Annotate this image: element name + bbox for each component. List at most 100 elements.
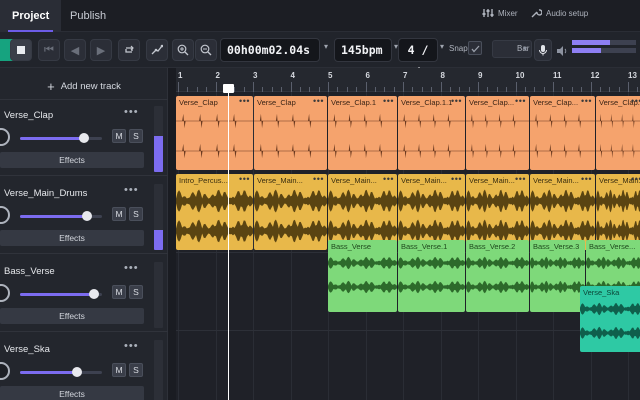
clip-label: Verse_Clap.1.1 <box>401 98 453 107</box>
track-menu-icon[interactable]: ••• <box>124 340 139 352</box>
mute-button[interactable]: M <box>112 129 126 143</box>
track-name[interactable]: Verse_Ska <box>4 344 50 355</box>
tab-project[interactable]: Project <box>0 0 62 32</box>
snap-checkbox[interactable] <box>468 41 482 55</box>
track-menu-icon[interactable]: ••• <box>124 262 139 274</box>
automation-icon <box>151 44 163 55</box>
play-button[interactable]: ▶ <box>90 39 112 61</box>
automation-button[interactable] <box>146 39 168 61</box>
stop-button[interactable] <box>10 39 32 61</box>
clip-menu-icon[interactable]: ••• <box>451 96 462 106</box>
audio-clip[interactable]: Bass_Verse.2 <box>466 240 529 312</box>
audio-clip[interactable]: Verse_Clap ••• <box>176 96 253 170</box>
mute-button[interactable]: M <box>112 363 126 377</box>
mute-button[interactable]: M <box>112 285 126 299</box>
audio-clip[interactable]: Verse_Ska <box>580 286 640 352</box>
solo-button[interactable]: S <box>129 129 143 143</box>
pan-knob[interactable] <box>0 206 10 224</box>
clip-menu-icon[interactable]: ••• <box>515 96 526 106</box>
audio-clip[interactable]: Verse_Main...••• <box>596 174 640 250</box>
clip-menu-icon[interactable]: ••• <box>313 96 324 106</box>
clip-menu-icon[interactable]: ••• <box>451 174 462 184</box>
volume-thumb[interactable] <box>88 289 99 299</box>
solo-button[interactable]: S <box>129 363 143 377</box>
clip-menu-icon[interactable]: ••• <box>581 96 592 106</box>
rewind-button[interactable]: ◀ <box>64 39 86 61</box>
loop-button[interactable] <box>118 39 140 61</box>
volume-slider[interactable] <box>20 211 102 221</box>
volume-thumb[interactable] <box>72 367 83 377</box>
time-readout[interactable]: 00h00m02.04s <box>220 38 320 62</box>
volume-thumb[interactable] <box>78 133 89 143</box>
bar-ruler[interactable]: 1234567891011121314 <box>176 68 640 92</box>
pan-knob[interactable] <box>0 128 10 146</box>
arrangement-timeline[interactable]: 1234567891011121314 Verse_Clap•••Verse_C… <box>176 68 640 400</box>
mixer-button[interactable]: Mixer <box>482 8 518 18</box>
audio-clip[interactable]: Intro_Percus... ••• <box>176 174 253 250</box>
skip-start-button[interactable]: ⏮ <box>38 39 60 61</box>
clip-menu-icon[interactable]: ••• <box>313 174 324 184</box>
add-track-button[interactable]: + Add new track <box>0 74 168 100</box>
clip-menu-icon[interactable]: ••• <box>383 96 394 106</box>
effects-button[interactable]: Effects <box>0 230 144 246</box>
clip-menu-icon[interactable]: ••• <box>383 174 394 184</box>
audio-clip[interactable]: Verse_Clap...••• <box>466 96 529 170</box>
audio-clip[interactable]: Bass_Verse <box>328 240 397 312</box>
audio-clip[interactable]: Verse_Main...••• <box>466 174 529 250</box>
audio-clip[interactable]: Verse_Clap.1 ••• <box>328 96 397 170</box>
time-signature[interactable]: 4 / 4 <box>398 38 438 79</box>
playhead-line <box>228 86 229 400</box>
clip-menu-icon[interactable]: ••• <box>515 174 526 184</box>
ruler-tick <box>356 87 358 92</box>
audio-clip[interactable]: Bass_Verse.3 <box>530 240 585 312</box>
clip-menu-icon[interactable]: ••• <box>239 96 250 106</box>
clip-menu-icon[interactable]: ••• <box>581 174 592 184</box>
audio-clip[interactable]: Verse_Clap.1.1 ••• <box>398 96 465 170</box>
audio-clip[interactable]: Verse_Clap ••• <box>254 96 327 170</box>
audio-clip[interactable]: Verse_Main...••• <box>530 174 595 250</box>
track-header[interactable]: Verse_Clap ••• M S Effects <box>0 100 168 176</box>
track-menu-icon[interactable]: ••• <box>124 106 139 118</box>
track-header[interactable]: Verse_Main_Drums ••• M S Effects <box>0 178 168 254</box>
solo-button[interactable]: S <box>129 285 143 299</box>
audio-clip[interactable]: Verse_Main...••• <box>398 174 465 250</box>
track-menu-icon[interactable]: ••• <box>124 184 139 196</box>
bpm-readout[interactable]: 145bpm <box>334 38 392 62</box>
audio-clip[interactable]: Verse_Main...••• <box>254 174 327 250</box>
track-header[interactable]: Bass_Verse ••• M S Effects <box>0 256 168 332</box>
effects-button[interactable]: Effects <box>0 386 144 400</box>
zoom-out-button[interactable] <box>195 39 217 61</box>
audio-clip[interactable]: Verse_Main...••• <box>328 174 397 250</box>
mute-button[interactable]: M <box>112 207 126 221</box>
audio-clip[interactable]: Verse_Clap...••• <box>530 96 595 170</box>
ruler-tick <box>262 87 264 92</box>
solo-button[interactable]: S <box>129 207 143 221</box>
snap-select[interactable]: Bar ▾ <box>492 40 532 58</box>
clip-menu-icon[interactable]: ••• <box>631 174 640 184</box>
volume-slider[interactable] <box>20 133 102 143</box>
track-name[interactable]: Bass_Verse <box>4 266 55 277</box>
effects-button[interactable]: Effects <box>0 152 144 168</box>
tab-publish[interactable]: Publish <box>58 0 118 32</box>
clip-menu-icon[interactable]: ••• <box>631 96 640 106</box>
effects-button[interactable]: Effects <box>0 308 144 324</box>
audio-setup-button[interactable]: Audio setup <box>530 8 588 18</box>
volume-slider[interactable] <box>20 289 102 299</box>
zoom-in-button[interactable] <box>172 39 194 61</box>
pan-knob[interactable] <box>0 284 10 302</box>
clip-menu-icon[interactable]: ••• <box>239 174 250 184</box>
volume-slider[interactable] <box>20 367 102 377</box>
signature-dropdown-icon[interactable]: ▾ <box>440 42 444 51</box>
volume-thumb[interactable] <box>82 211 93 221</box>
ruler-tick <box>206 87 208 92</box>
audio-clip[interactable]: Bass_Verse.1 <box>398 240 465 312</box>
track-name[interactable]: Verse_Clap <box>4 110 53 121</box>
microphone-button[interactable] <box>534 39 552 61</box>
track-name[interactable]: Verse_Main_Drums <box>4 188 87 199</box>
time-dropdown-icon[interactable]: ▾ <box>324 42 328 51</box>
track-level-meter <box>154 340 163 400</box>
playhead-handle[interactable] <box>223 84 234 93</box>
pan-knob[interactable] <box>0 362 10 380</box>
audio-clip[interactable]: Verse_Clap...••• <box>596 96 640 170</box>
track-header[interactable]: Verse_Ska ••• M S Effects <box>0 334 168 400</box>
